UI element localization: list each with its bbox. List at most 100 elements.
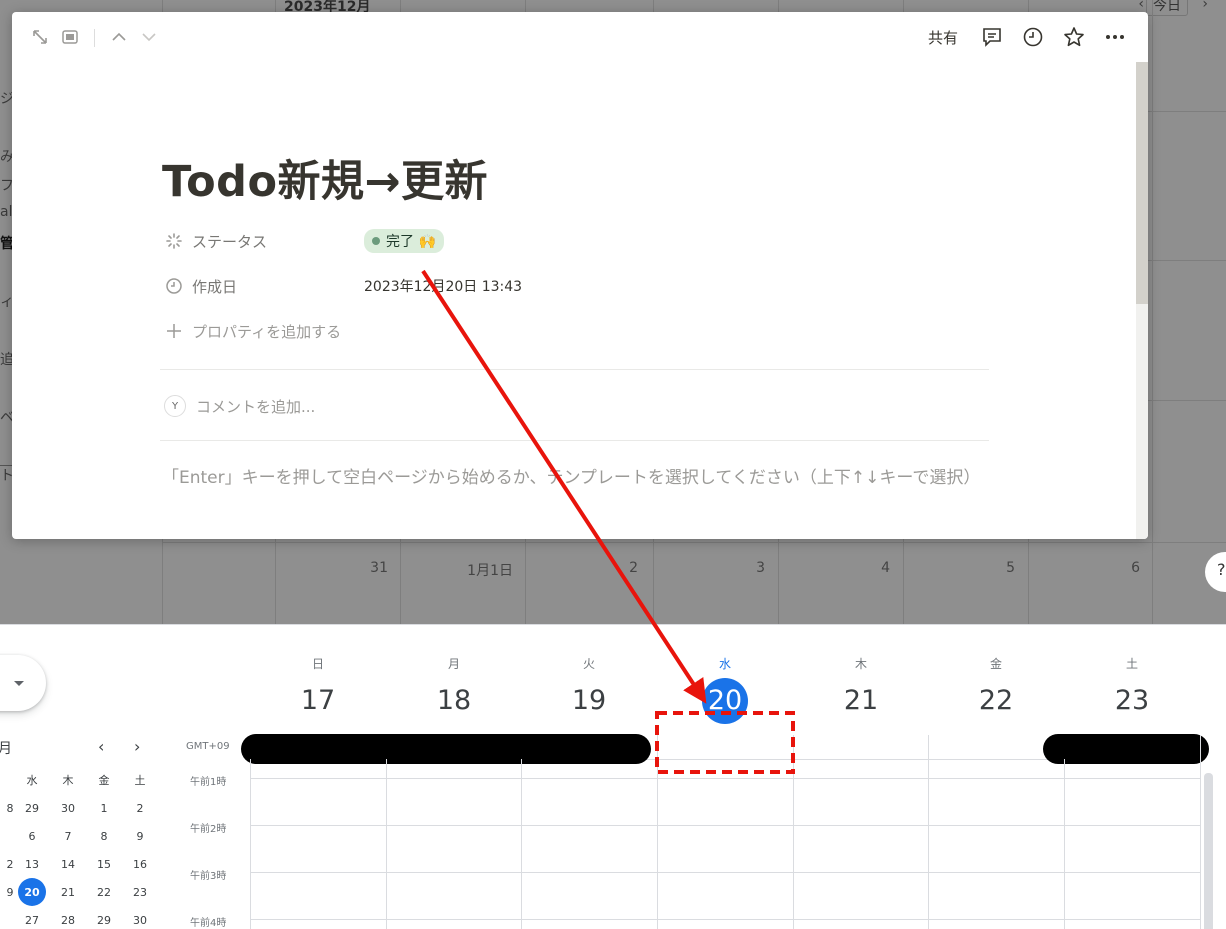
empty-page-hint[interactable]: 「Enter」キーを押して空白ページから始めるか、テンプレートを選択してください… xyxy=(162,464,982,493)
page-peek-modal: 共有 Todo新規→更新 ステータス 完了 🙌 作成日 2023年12月20日 … xyxy=(12,12,1148,539)
date-number[interactable]: 23 xyxy=(1109,678,1155,724)
hour-line xyxy=(250,778,1200,779)
mini-calendar-day[interactable]: 29 xyxy=(18,794,46,822)
day-of-week-label: 土 xyxy=(1125,657,1138,671)
share-button[interactable]: 共有 xyxy=(928,27,958,48)
mini-calendar-day[interactable]: 6 xyxy=(18,822,46,850)
mini-calendar-day[interactable]: 13 xyxy=(18,850,46,878)
time-label: 午前2時 xyxy=(190,824,227,835)
comment-input[interactable]: Y コメントを追加... xyxy=(164,395,315,417)
grid-line xyxy=(521,759,522,929)
comment-placeholder: コメントを追加... xyxy=(196,397,316,416)
day-of-week-label: 日 xyxy=(311,657,324,671)
day-of-week-label: 月 xyxy=(447,657,460,671)
chevron-down-icon[interactable] xyxy=(138,26,160,48)
mini-calendar-weekday: 金 xyxy=(98,774,110,787)
mini-calendar-day[interactable]: 21 xyxy=(54,878,82,906)
mini-calendar-day[interactable]: 2 xyxy=(126,794,154,822)
day-header[interactable]: 金 22 xyxy=(928,655,1064,724)
create-event-button[interactable] xyxy=(0,655,46,711)
mini-calendar-day[interactable]: 15 xyxy=(90,850,118,878)
grid-line xyxy=(1200,735,1201,929)
mini-calendar-day[interactable]: 27 xyxy=(18,906,46,929)
mini-calendar-day[interactable]: 28 xyxy=(54,906,82,929)
mini-calendar-weekday: 土 xyxy=(134,774,146,787)
property-name: ステータス xyxy=(192,232,268,251)
day-header[interactable]: 月 18 xyxy=(386,655,522,724)
mini-calendar-day[interactable]: 14 xyxy=(54,850,82,878)
sidebar-divider xyxy=(0,465,12,466)
day-of-week-label: 木 xyxy=(854,657,867,671)
toolbar-divider xyxy=(94,29,95,47)
grid-line xyxy=(928,735,929,929)
comment-icon[interactable] xyxy=(981,26,1003,48)
add-property-label: プロパティを追加する xyxy=(192,322,342,341)
modal-toolbar: 共有 xyxy=(12,12,1148,62)
date-number[interactable]: 17 xyxy=(295,678,341,724)
mini-calendar-day[interactable]: 22 xyxy=(90,878,118,906)
day-header[interactable]: 火 19 xyxy=(521,655,657,724)
more-options-icon[interactable] xyxy=(1104,26,1126,48)
hour-line xyxy=(250,872,1200,873)
peek-mode-icon[interactable] xyxy=(59,26,81,48)
hour-line xyxy=(250,825,1200,826)
plus-icon xyxy=(164,321,184,341)
grid-line xyxy=(1152,0,1153,624)
mini-calendar-prev-button[interactable]: ‹ xyxy=(98,737,104,756)
background-day-number[interactable]: 5 xyxy=(905,560,1015,576)
mini-calendar-day[interactable]: 7 xyxy=(54,822,82,850)
day-of-week-label: 水 xyxy=(718,657,731,671)
day-of-week-label: 金 xyxy=(989,657,1002,671)
mini-calendar-month: 月 xyxy=(0,738,12,758)
today-date-number[interactable]: 20 xyxy=(702,678,748,724)
mini-calendar-day[interactable]: 20 xyxy=(18,878,46,906)
background-day-number[interactable]: 4 xyxy=(780,560,890,576)
mini-calendar-day[interactable]: 30 xyxy=(126,906,154,929)
page-title[interactable]: Todo新規→更新 xyxy=(162,147,488,209)
status-value: 完了 🙌 xyxy=(386,234,436,250)
star-icon[interactable] xyxy=(1063,26,1085,48)
background-day-number[interactable]: 31 xyxy=(278,560,388,576)
date-number[interactable]: 21 xyxy=(838,678,884,724)
grid-line xyxy=(1064,759,1065,929)
day-of-week-label: 火 xyxy=(582,657,595,671)
redacted-event-bar xyxy=(1043,734,1209,764)
mini-calendar-next-button[interactable]: › xyxy=(134,737,140,756)
mini-calendar-day[interactable]: 29 xyxy=(90,906,118,929)
background-day-number[interactable]: 2 xyxy=(528,560,638,576)
property-status[interactable]: ステータス 完了 🙌 xyxy=(164,226,994,256)
date-number[interactable]: 19 xyxy=(566,678,612,724)
mini-calendar-day[interactable]: 23 xyxy=(126,878,154,906)
open-full-page-icon[interactable] xyxy=(29,26,51,48)
chevron-up-icon[interactable] xyxy=(108,26,130,48)
property-created[interactable]: 作成日 2023年12月20日 13:43 xyxy=(164,271,994,301)
mini-calendar-day[interactable]: 30 xyxy=(54,794,82,822)
grid-line xyxy=(386,759,387,929)
day-header[interactable]: 日 17 xyxy=(250,655,386,724)
mini-calendar-day[interactable]: 1 xyxy=(90,794,118,822)
add-property-button[interactable]: プロパティを追加する xyxy=(164,316,994,346)
background-day-number[interactable]: 6 xyxy=(1030,560,1140,576)
status-spinner-icon xyxy=(164,231,184,251)
day-header[interactable]: 水 20 xyxy=(657,655,793,724)
mini-calendar-weekday: 水 xyxy=(26,774,38,787)
background-day-number[interactable]: 1月1日 xyxy=(403,560,513,580)
status-badge[interactable]: 完了 🙌 xyxy=(364,229,444,253)
calendar-scrollbar[interactable] xyxy=(1204,773,1213,929)
date-number[interactable]: 22 xyxy=(973,678,1019,724)
time-label: 午前1時 xyxy=(190,777,227,788)
day-header[interactable]: 木 21 xyxy=(793,655,929,724)
grid-line xyxy=(250,759,251,929)
mini-calendar-day[interactable]: 8 xyxy=(90,822,118,850)
background-day-number[interactable]: 3 xyxy=(655,560,765,576)
history-icon[interactable] xyxy=(1022,26,1044,48)
date-number[interactable]: 18 xyxy=(431,678,477,724)
mini-calendar-day[interactable]: 16 xyxy=(126,850,154,878)
grid-line xyxy=(162,542,1226,543)
mini-calendar-day[interactable]: 9 xyxy=(126,822,154,850)
mini-calendar-weekday: 木 xyxy=(62,774,74,787)
modal-scrollbar-thumb[interactable] xyxy=(1136,62,1148,304)
clock-icon xyxy=(164,276,184,296)
time-label: 午前4時 xyxy=(190,918,227,929)
day-header[interactable]: 土 23 xyxy=(1064,655,1200,724)
